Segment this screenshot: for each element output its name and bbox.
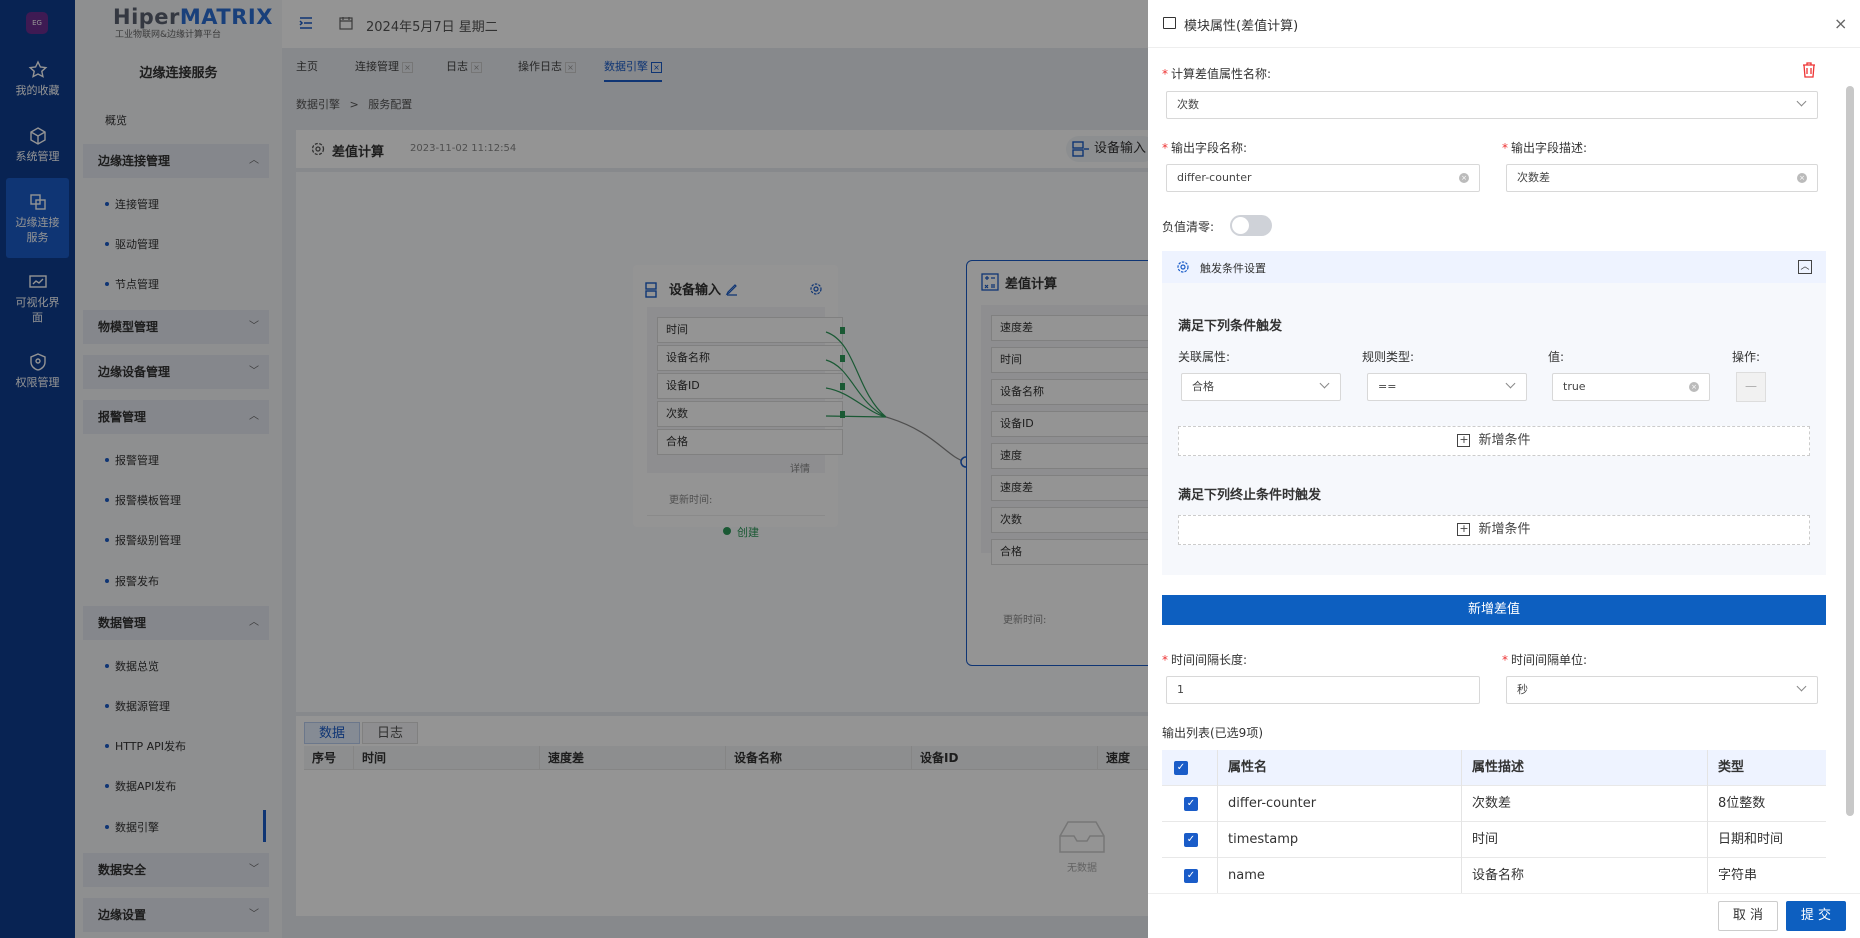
trash-icon[interactable]	[1802, 62, 1816, 78]
table-row[interactable]: ✓ timestamp 时间 日期和时间	[1162, 822, 1826, 858]
table-row[interactable]: ✓ differ-counter 次数差 8位整数	[1162, 786, 1826, 822]
add-diff-button[interactable]: 新增差值	[1162, 595, 1826, 625]
table-row[interactable]: ✓ name 设备名称 字符串	[1162, 858, 1826, 894]
button-label: 新增条件	[1478, 433, 1531, 448]
out-name-input[interactable]: differ-counter ×	[1166, 164, 1480, 192]
out-name-label: * 输出字段名称:	[1162, 141, 1248, 155]
unit-label: * 时间间隔单位:	[1502, 653, 1588, 667]
col-rule: 规则类型:	[1362, 350, 1415, 364]
interval-input[interactable]: 1	[1166, 676, 1480, 704]
drawer-scrollbar[interactable]	[1846, 56, 1854, 892]
out-desc-label: * 输出字段描述:	[1502, 141, 1588, 155]
cell-type: 日期和时间	[1718, 832, 1784, 847]
cell-name: name	[1218, 858, 1462, 894]
button-label: 新增条件	[1478, 522, 1531, 537]
calc-attr-select[interactable]: 次数	[1166, 91, 1818, 119]
add-icon: +	[1457, 522, 1471, 536]
checkbox-checked-icon[interactable]: ✓	[1174, 761, 1188, 775]
interval-label: * 时间间隔长度:	[1162, 653, 1248, 667]
chevron-down-icon	[1505, 378, 1516, 389]
clear-icon[interactable]: ×	[1459, 173, 1469, 183]
col-header: 类型	[1718, 760, 1745, 775]
col-attr: 关联属性:	[1178, 350, 1231, 364]
submit-button[interactable]: 提 交	[1786, 901, 1846, 931]
out-desc-input[interactable]: 次数差 ×	[1506, 164, 1818, 192]
modal-overlay[interactable]	[0, 0, 1148, 938]
rule-select[interactable]: ==	[1367, 373, 1527, 401]
trigger-title: 触发条件设置	[1200, 262, 1266, 275]
checkbox-checked-icon[interactable]: ✓	[1184, 797, 1198, 811]
select-value: 合格	[1192, 380, 1214, 393]
gear-icon	[1177, 261, 1189, 273]
cell-name: timestamp	[1218, 822, 1462, 858]
input-value: 次数差	[1517, 171, 1550, 184]
select-value: ==	[1378, 380, 1397, 393]
add-condition-button[interactable]: + 新增条件	[1178, 426, 1810, 456]
add-end-condition-button[interactable]: + 新增条件	[1178, 515, 1810, 545]
end-cond-title: 满足下列终止条件时触发	[1178, 488, 1322, 503]
input-value: differ-counter	[1177, 171, 1252, 184]
cell-type: 8位整数	[1718, 796, 1766, 811]
label-text: 输出字段名称:	[1171, 141, 1248, 155]
label-text: 输出字段描述:	[1511, 141, 1588, 155]
col-header: 属性名	[1218, 750, 1462, 786]
select-value: 秒	[1517, 683, 1528, 696]
drawer-footer: 取 消 提 交	[1148, 893, 1860, 938]
col-op: 操作:	[1732, 350, 1761, 364]
col-val: 值:	[1548, 350, 1565, 364]
cell-desc: 设备名称	[1462, 858, 1708, 894]
cell-type: 字符串	[1718, 868, 1758, 883]
chevron-down-icon	[1319, 378, 1330, 389]
clear-icon[interactable]: ×	[1797, 173, 1807, 183]
clear-icon[interactable]: ×	[1689, 382, 1699, 392]
cond-title: 满足下列条件触发	[1178, 319, 1283, 334]
label-text: 计算差值属性名称:	[1171, 67, 1272, 81]
panel-icon	[1163, 17, 1176, 29]
cancel-button[interactable]: 取 消	[1718, 901, 1778, 931]
unit-select[interactable]: 秒	[1506, 676, 1818, 704]
label-text: 时间间隔单位:	[1511, 653, 1588, 667]
scroll-thumb[interactable]	[1846, 86, 1854, 816]
table-header: ✓ 属性名 属性描述 类型	[1162, 750, 1826, 786]
collapse-icon[interactable]: ︿	[1798, 260, 1812, 274]
select-all-cell: ✓	[1162, 750, 1218, 786]
cell-desc: 次数差	[1462, 786, 1708, 822]
trigger-section-header[interactable]: 触发条件设置 ︿	[1162, 251, 1826, 283]
attr-select[interactable]: 合格	[1181, 373, 1341, 401]
calc-attr-label: * 计算差值属性名称:	[1162, 67, 1272, 81]
cell-desc: 时间	[1462, 822, 1708, 858]
neg-zero-label: 负值清零:	[1162, 220, 1215, 234]
input-value: 1	[1177, 683, 1184, 696]
chevron-down-icon	[1796, 681, 1807, 692]
select-value: 次数	[1177, 98, 1199, 111]
chevron-down-icon	[1796, 96, 1807, 107]
output-list-title: 输出列表(已选9项)	[1162, 726, 1263, 740]
add-icon: +	[1457, 433, 1471, 447]
drawer-title: 模块属性(差值计算)	[1184, 19, 1299, 34]
checkbox-checked-icon[interactable]: ✓	[1184, 869, 1198, 883]
neg-zero-toggle[interactable]	[1230, 215, 1272, 236]
close-icon[interactable]: ×	[1834, 14, 1847, 33]
value-input[interactable]: true ×	[1552, 373, 1710, 401]
drawer-header: 模块属性(差值计算) ×	[1148, 0, 1860, 48]
col-header: 属性描述	[1462, 750, 1708, 786]
input-value: true	[1563, 380, 1586, 393]
label-text: 时间间隔长度:	[1171, 653, 1248, 667]
delete-cond-button[interactable]: —	[1736, 372, 1766, 402]
cell-name: differ-counter	[1218, 786, 1462, 822]
checkbox-checked-icon[interactable]: ✓	[1184, 833, 1198, 847]
